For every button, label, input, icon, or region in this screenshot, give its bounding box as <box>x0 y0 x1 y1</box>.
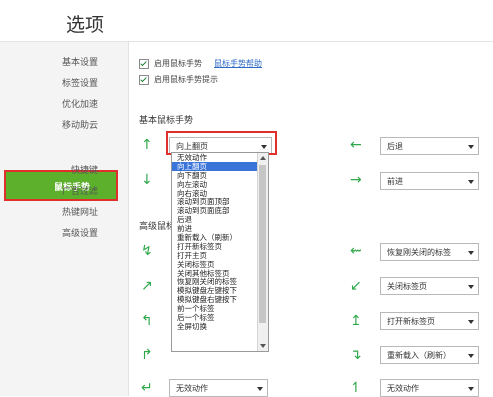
gesture-left-up-icon: ↰ <box>141 313 153 329</box>
basic-gesture-heading: 基本鼠标手势 <box>139 116 194 126</box>
chevron-down-icon <box>468 145 474 149</box>
gesture-right-turn-icon: ↱ <box>141 347 153 363</box>
dropdown-option[interactable]: 无效动作 <box>172 153 258 162</box>
dropdown-options: 无效动作 向上翻页 向下翻页 向左滚动 向右滚动 滚动到页面顶部 滚动到页面底部 后退 前进 重新… <box>172 153 258 331</box>
dropdown-option[interactable]: 模拟键盘左键按下 <box>172 286 258 295</box>
dropdown-option[interactable]: 关闭其他标签页 <box>172 269 258 278</box>
enable-gesture-label: 启用鼠标手势 <box>154 59 202 68</box>
dropdown-option[interactable]: 前一个标签 <box>172 304 258 313</box>
arrow-right-icon: → <box>350 172 362 188</box>
sidebar-item-basic[interactable]: 基本设置 <box>62 55 98 68</box>
dropdown-option[interactable]: 向下翻页 <box>172 171 258 180</box>
sidebar: 基本设置 标签设置 优化加速 移动助云 鼠标手势 快捷键 广告过滤 热键网址 高… <box>0 42 129 396</box>
sidebar-item-advanced[interactable]: 高级设置 <box>62 226 98 239</box>
gesture-up-turn-icon: ↿ <box>350 380 362 396</box>
action-dropdown-list[interactable]: 无效动作 向上翻页 向下翻页 向左滚动 向右滚动 滚动到页面顶部 滚动到页面底部 后退 前进 重新… <box>171 152 269 352</box>
dropdown-option[interactable]: 恢复刚关闭的标签 <box>172 277 258 287</box>
gesture-adv4-right-value: 重新载入（刷新） <box>387 351 451 360</box>
gesture-left-select[interactable]: 后退 <box>380 137 479 155</box>
dropdown-option[interactable]: 滚动到页面顶部 <box>172 197 258 207</box>
gesture-adv2-right-value: 关闭标签页 <box>387 282 427 291</box>
gesture-down-turn-icon: ↴ <box>350 347 362 363</box>
gesture-adv4-right-select[interactable]: 重新载入（刷新） <box>380 346 479 364</box>
arrow-left-icon: ← <box>350 137 362 153</box>
gesture-adv5-left-select[interactable]: 无效动作 <box>169 379 268 397</box>
scroll-thumb[interactable] <box>259 165 266 323</box>
dropdown-option[interactable]: 后退 <box>172 215 258 224</box>
gesture-left-value: 后退 <box>387 142 403 151</box>
chevron-down-icon <box>468 387 474 391</box>
gesture-adv1-right-value: 恢复刚关闭的标签 <box>387 248 451 257</box>
dropdown-option[interactable]: 重新载入（刷新） <box>172 233 258 242</box>
dropdown-option[interactable]: 模拟键盘右键按下 <box>172 295 258 304</box>
gesture-right-select[interactable]: 前进 <box>380 172 479 190</box>
dropdown-option[interactable]: 前进 <box>172 224 258 233</box>
sidebar-item-hotkey-urls[interactable]: 热键网址 <box>62 205 98 218</box>
gesture-hint-label: 启用鼠标手势提示 <box>154 75 218 84</box>
chevron-down-icon <box>468 354 474 358</box>
dropdown-option[interactable]: 向上翻页 <box>172 161 258 171</box>
gesture-adv1-right-select[interactable]: 恢复刚关闭的标签 <box>380 243 479 261</box>
gesture-hint-checkbox[interactable] <box>139 74 149 85</box>
dropdown-option[interactable]: 向右滚动 <box>172 189 258 198</box>
arrow-up-icon: ↑ <box>141 137 153 153</box>
sidebar-item-tabs[interactable]: 标签设置 <box>62 76 98 89</box>
gesture-adv5-right-select[interactable]: 无效动作 <box>380 379 479 397</box>
gesture-up-bar-icon: ↥ <box>350 313 362 329</box>
gesture-right-value: 前进 <box>387 177 403 186</box>
dropdown-option[interactable]: 滚动到页面底部 <box>172 206 258 215</box>
dropdown-option[interactable]: 后一个标签 <box>172 313 258 322</box>
dropdown-scrollbar[interactable] <box>257 153 268 351</box>
advanced-gesture-heading: 高级鼠标 <box>139 222 176 232</box>
sidebar-item-shortcuts[interactable]: 快捷键 <box>71 163 98 176</box>
gesture-up-left-icon: ⇜ <box>350 243 362 259</box>
arrow-down-icon: ↓ <box>141 172 153 188</box>
sidebar-item-speedup[interactable]: 优化加速 <box>62 97 98 110</box>
gesture-adv5-right-value: 无效动作 <box>387 384 419 393</box>
enable-gesture-row: 启用鼠标手势 鼠标手势帮助 <box>139 58 262 69</box>
enable-gesture-checkbox[interactable] <box>139 58 149 69</box>
gesture-adv2-right-select[interactable]: 关闭标签页 <box>380 277 479 295</box>
gesture-return-icon: ↵ <box>141 380 153 396</box>
gesture-adv5-left-value: 无效动作 <box>176 384 208 393</box>
gesture-adv3-right-value: 打开新标签页 <box>387 317 435 326</box>
gesture-help-link[interactable]: 鼠标手势帮助 <box>214 58 262 69</box>
gesture-hint-row: 启用鼠标手势提示 <box>139 74 218 85</box>
gesture-up-right-icon: ↗ <box>141 278 153 294</box>
scroll-up-icon[interactable] <box>260 156 266 160</box>
chevron-down-icon <box>468 251 474 255</box>
gesture-down-left-icon: ↯ <box>141 243 153 259</box>
chevron-down-icon <box>468 180 474 184</box>
chevron-down-icon <box>468 320 474 324</box>
chevron-down-icon <box>468 285 474 289</box>
dropdown-option[interactable]: 打开新标签页 <box>172 242 258 251</box>
gesture-adv3-right-select[interactable]: 打开新标签页 <box>380 312 479 330</box>
chevron-down-icon <box>257 387 263 391</box>
dropdown-option[interactable]: 全屏切换 <box>172 322 258 331</box>
dropdown-option[interactable]: 打开主页 <box>172 251 258 260</box>
sidebar-item-adblock[interactable]: 广告过滤 <box>62 184 98 197</box>
scroll-down-icon[interactable] <box>260 344 266 348</box>
window-title: 选项 <box>66 14 105 36</box>
dropdown-option[interactable]: 关闭标签页 <box>172 260 258 269</box>
gesture-down-left-back-icon: ↙ <box>350 278 362 294</box>
dropdown-option[interactable]: 向左滚动 <box>172 180 258 189</box>
sidebar-item-cloud[interactable]: 移动助云 <box>62 118 98 131</box>
